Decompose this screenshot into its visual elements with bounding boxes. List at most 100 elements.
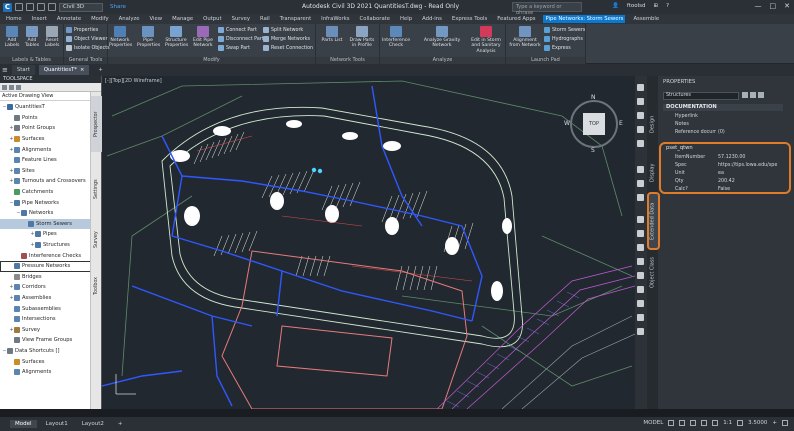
orbit-icon[interactable] (637, 126, 644, 133)
ribbon-tab-featured-apps[interactable]: Featured Apps (495, 15, 537, 23)
tree-item-turnouts-and-crossovers[interactable]: + Turnouts and Crossovers (0, 176, 91, 187)
ribbon-tab-view[interactable]: View (148, 15, 165, 23)
hydrographs-button[interactable]: Hydrographs (544, 35, 583, 43)
tree-item-alignments[interactable]: Alignments (0, 367, 91, 378)
toolspace-view-icon[interactable] (2, 84, 7, 90)
tree-item-survey[interactable]: + Survey (0, 324, 91, 335)
ribbon-tab-rail[interactable]: Rail (258, 15, 272, 23)
ribbon-tab-assemble[interactable]: Assemble (631, 15, 661, 23)
interference-check-button[interactable]: Interference Check (382, 26, 410, 49)
civil3d-app-icon[interactable]: C (3, 2, 12, 12)
menu-icon[interactable]: ≡ (2, 66, 8, 74)
tree-item-feature-lines[interactable]: Feature Lines (0, 155, 91, 166)
full-navigation-wheel-icon[interactable] (637, 84, 644, 91)
maximize-button[interactable]: □ (770, 2, 777, 10)
tree-item-corridors[interactable]: + Corridors (0, 282, 91, 293)
help-icon[interactable]: ? (666, 3, 669, 9)
grid-icon[interactable] (668, 420, 675, 426)
workspace-select[interactable]: Civil 3D (59, 2, 103, 12)
disconnect-part-button[interactable]: Disconnect Part (218, 35, 264, 43)
tab-toolbox[interactable]: Toolbox (91, 264, 102, 308)
open-icon[interactable] (15, 3, 23, 11)
close-tab-icon[interactable]: × (80, 67, 84, 73)
tab-prospector[interactable]: Prospector (91, 96, 102, 152)
toggle-pickadd-icon[interactable] (742, 92, 748, 98)
tree-item-subassemblies[interactable]: Subassemblies (0, 303, 91, 314)
osnap-icon[interactable] (712, 420, 719, 426)
tree-item-pipes[interactable]: + Pipes (0, 229, 91, 240)
tree-item-points[interactable]: Points (0, 113, 91, 124)
zoom-icon[interactable] (637, 112, 644, 119)
plot-style-icon[interactable] (637, 300, 644, 307)
tree-item-intersections[interactable]: Intersections (0, 314, 91, 325)
polar-icon[interactable] (701, 420, 708, 426)
ribbon-tab-survey[interactable]: Survey (230, 15, 252, 23)
structure-properties-button[interactable]: Structure Properties (165, 26, 188, 49)
material-icon[interactable] (637, 314, 644, 321)
isolate-objects-button[interactable]: Isolate Objects (66, 44, 110, 52)
ribbon-tab-pipe-networks-storm-sewers[interactable]: Pipe Networks: Storm Sewers (543, 15, 626, 23)
drawing-canvas[interactable] (102, 76, 635, 409)
tree-item-pressure-networks[interactable]: Pressure Networks (0, 260, 91, 272)
object-type-select[interactable]: Structures (663, 92, 739, 100)
properties-button[interactable]: Properties (66, 26, 98, 34)
storm-sewers-button[interactable]: Storm Sewers (544, 26, 585, 34)
selected-structures[interactable] (311, 167, 323, 174)
property-row[interactable]: Hyperlink (663, 113, 783, 120)
save-icon[interactable] (26, 3, 34, 11)
cart-icon[interactable]: ⊞ (653, 3, 658, 9)
pickadd-icon[interactable] (637, 194, 644, 201)
tree-item-storm-sewers[interactable]: Storm Sewers (0, 218, 91, 230)
tab-display[interactable]: Display (647, 156, 658, 190)
swap-part-button[interactable]: Swap Part (218, 44, 250, 52)
ribbon-tab-analyze[interactable]: Analyze (117, 15, 142, 23)
snap-icon[interactable] (679, 420, 686, 426)
documentation-section-header[interactable]: DOCUMENTATION (663, 104, 783, 111)
connect-part-button[interactable]: Connect Part (218, 26, 257, 34)
edit-pipe-network-button[interactable]: Edit Pipe Network (192, 26, 214, 49)
compass-south[interactable]: S (591, 147, 595, 154)
ribbon-tab-help[interactable]: Help (398, 15, 414, 23)
tab-object-class[interactable]: Object Class (647, 252, 658, 292)
tree-item-point-groups[interactable]: + Point Groups (0, 123, 91, 134)
ribbon-tab-annotate[interactable]: Annotate (55, 15, 83, 23)
viewcube[interactable]: TOP N S E W (564, 94, 624, 154)
model-space-toggle[interactable]: MODEL (643, 420, 663, 426)
showmotion-icon[interactable] (637, 140, 644, 147)
search-input[interactable]: Type a keyword or phrase (512, 2, 582, 16)
toolspace-help-icon[interactable] (16, 84, 21, 90)
user-icon[interactable]: 👤 (612, 3, 619, 9)
drawing-viewport[interactable]: [-][Top][2D Wireframe] TOP N S E W (102, 76, 635, 409)
quick-select-icon[interactable] (637, 180, 644, 187)
minimize-button[interactable]: — (755, 2, 762, 10)
tree-item-data-shortcuts[interactable]: − Data Shortcuts [] (0, 346, 91, 357)
tab-layout2[interactable]: Layout2 (77, 420, 109, 428)
tree-item-sites[interactable]: + Sites (0, 166, 91, 177)
linetype-icon[interactable] (637, 258, 644, 265)
active-drawing-view[interactable]: Active Drawing View (0, 92, 101, 101)
tree-item-interference-checks[interactable]: Interference Checks (0, 250, 91, 261)
pipe-properties-button[interactable]: Pipe Properties (137, 26, 160, 49)
pan-icon[interactable] (637, 98, 644, 105)
close-button[interactable]: ✕ (784, 2, 790, 10)
link-icon[interactable] (637, 216, 644, 223)
tree-item-view-frame-groups[interactable]: View Frame Groups (0, 335, 91, 346)
tree-item-structures[interactable]: + Structures (0, 240, 91, 251)
panel-label[interactable]: Analyze (380, 57, 505, 64)
ribbon-tab-insert[interactable]: Insert (30, 15, 49, 23)
ribbon-tab-modify[interactable]: Modify (89, 15, 111, 23)
add-labels-button[interactable]: Add Labels (1, 26, 23, 49)
tab-design[interactable]: Design (647, 106, 658, 142)
elevation-value[interactable]: 3.5000 (748, 420, 767, 426)
panel-label[interactable]: General Tools (64, 57, 107, 64)
customize-icon[interactable] (782, 420, 788, 426)
merge-networks-button[interactable]: Merge Networks (263, 35, 310, 43)
tree-item-alignments[interactable]: + Alignments (0, 144, 91, 155)
ribbon-tab-home[interactable]: Home (4, 15, 24, 23)
compass-west[interactable]: W (564, 120, 570, 127)
redo-icon[interactable] (48, 3, 56, 11)
compass-east[interactable]: E (619, 120, 623, 127)
tab-quantities[interactable]: QuantitiesT* × (38, 65, 90, 75)
ribbon-tab-infraworks[interactable]: InfraWorks (319, 15, 351, 23)
command-line-area[interactable] (0, 409, 794, 417)
